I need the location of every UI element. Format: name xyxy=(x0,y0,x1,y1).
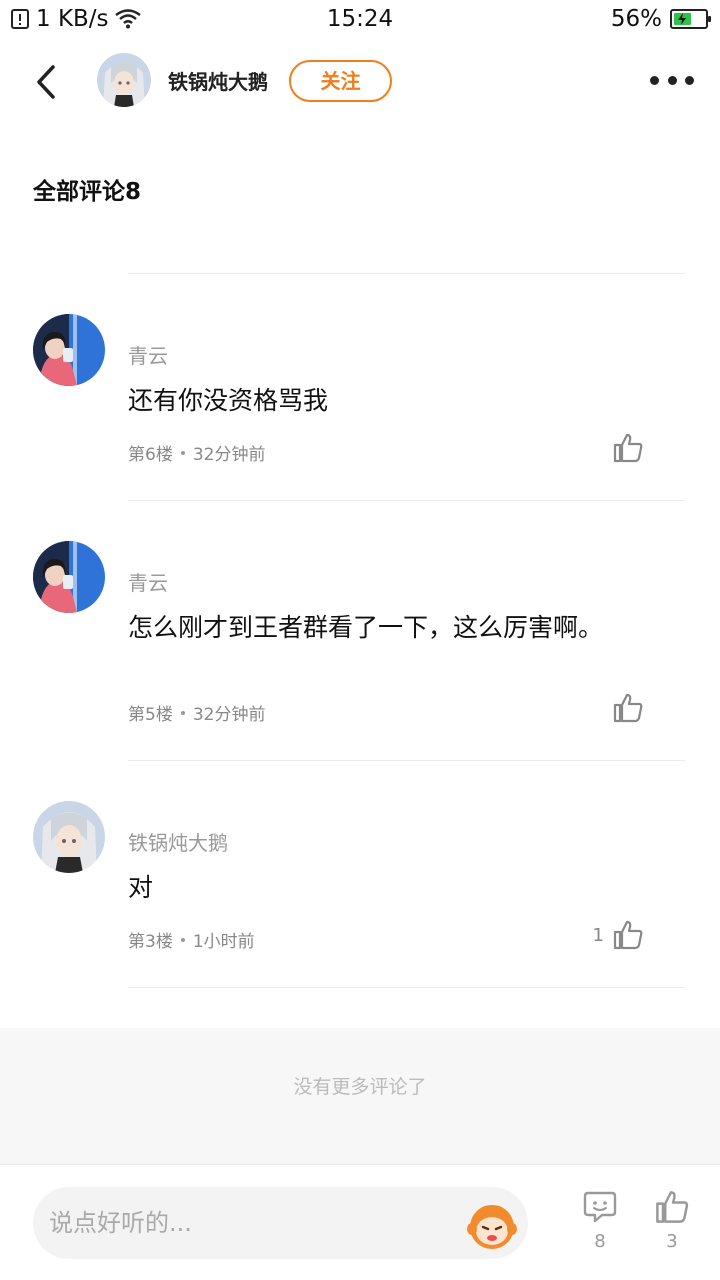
status-bar: 1 KB/s 15:24 56% xyxy=(0,0,720,38)
comment-input-box[interactable] xyxy=(33,1187,528,1259)
like-button[interactable] xyxy=(604,432,644,464)
back-button[interactable] xyxy=(26,58,66,106)
separator-dot xyxy=(180,450,185,455)
thumbs-up-icon xyxy=(613,920,643,950)
thumbs-up-icon xyxy=(613,693,643,723)
emoji-button[interactable] xyxy=(466,1199,518,1251)
author-avatar[interactable] xyxy=(97,53,151,107)
more-dot-icon xyxy=(650,75,659,85)
divider xyxy=(128,273,685,274)
status-right: 56% xyxy=(610,4,711,34)
comments-section-title: 全部评论8 xyxy=(33,179,142,205)
divider xyxy=(128,500,685,501)
top-header: 铁锅炖大鹅 关注 xyxy=(0,40,720,124)
comment-floor: 第6楼 xyxy=(128,445,173,465)
commenter-avatar[interactable] xyxy=(33,801,105,873)
battery-level xyxy=(674,13,691,25)
more-dot-icon xyxy=(685,75,694,85)
battery-percent: 56% xyxy=(610,6,662,32)
commenter-name[interactable]: 青云 xyxy=(128,340,168,369)
comment-count: 8 xyxy=(594,1231,606,1252)
thumbs-up-icon xyxy=(613,433,643,463)
comments-count-button[interactable]: 8 xyxy=(575,1189,625,1252)
comment-floor: 第5楼 xyxy=(128,705,173,725)
comment-time: 32分钟前 xyxy=(192,705,266,725)
comment-bubble-icon xyxy=(583,1191,617,1223)
divider xyxy=(128,987,685,988)
author-name[interactable]: 铁锅炖大鹅 xyxy=(168,66,268,95)
monkey-emoji-icon xyxy=(467,1205,517,1249)
comment-meta: 第5楼 32分钟前 xyxy=(128,700,265,725)
like-count: 3 xyxy=(666,1231,678,1252)
like-button[interactable]: 1 xyxy=(593,919,644,951)
comment-item: 青云 还有你没资格骂我 第6楼 32分钟前 xyxy=(0,314,720,500)
comment-meta: 第3楼 1小时前 xyxy=(128,927,255,952)
post-like-button[interactable]: 3 xyxy=(647,1189,697,1252)
like-button[interactable] xyxy=(604,692,644,724)
commenter-avatar[interactable] xyxy=(33,541,105,613)
comment-floor: 第3楼 xyxy=(128,932,173,952)
commenter-name[interactable]: 铁锅炖大鹅 xyxy=(128,827,228,856)
divider xyxy=(128,760,685,761)
comment-text: 还有你没资格骂我 xyxy=(128,386,329,415)
more-options-button[interactable] xyxy=(650,70,694,90)
comment-text: 怎么刚才到王者群看了一下，这么厉害啊。 xyxy=(128,613,604,642)
thumbs-up-icon xyxy=(656,1191,689,1223)
chevron-left-icon xyxy=(37,65,55,99)
separator-dot xyxy=(180,710,185,715)
comment-item: 青云 怎么刚才到王者群看了一下，这么厉害啊。 第5楼 32分钟前 xyxy=(0,541,720,760)
comment-input[interactable] xyxy=(49,1203,449,1243)
comment-text: 对 xyxy=(128,873,154,902)
comment-meta: 第6楼 32分钟前 xyxy=(128,440,265,465)
commenter-name[interactable]: 青云 xyxy=(128,567,168,596)
battery-icon xyxy=(670,9,711,29)
comment-time: 1小时前 xyxy=(192,932,255,952)
like-count: 1 xyxy=(592,924,604,946)
separator-dot xyxy=(180,937,185,942)
comment-item: 铁锅炖大鹅 对 第3楼 1小时前 1 xyxy=(0,801,720,987)
comment-time: 32分钟前 xyxy=(192,445,266,465)
no-more-comments-text: 没有更多评论了 xyxy=(293,1076,427,1098)
follow-button[interactable]: 关注 xyxy=(289,60,392,102)
commenter-avatar[interactable] xyxy=(33,314,105,386)
end-of-list-area: 没有更多评论了 xyxy=(0,1028,720,1164)
bottom-comment-bar: 8 3 xyxy=(0,1164,720,1280)
more-dot-icon xyxy=(667,75,677,85)
